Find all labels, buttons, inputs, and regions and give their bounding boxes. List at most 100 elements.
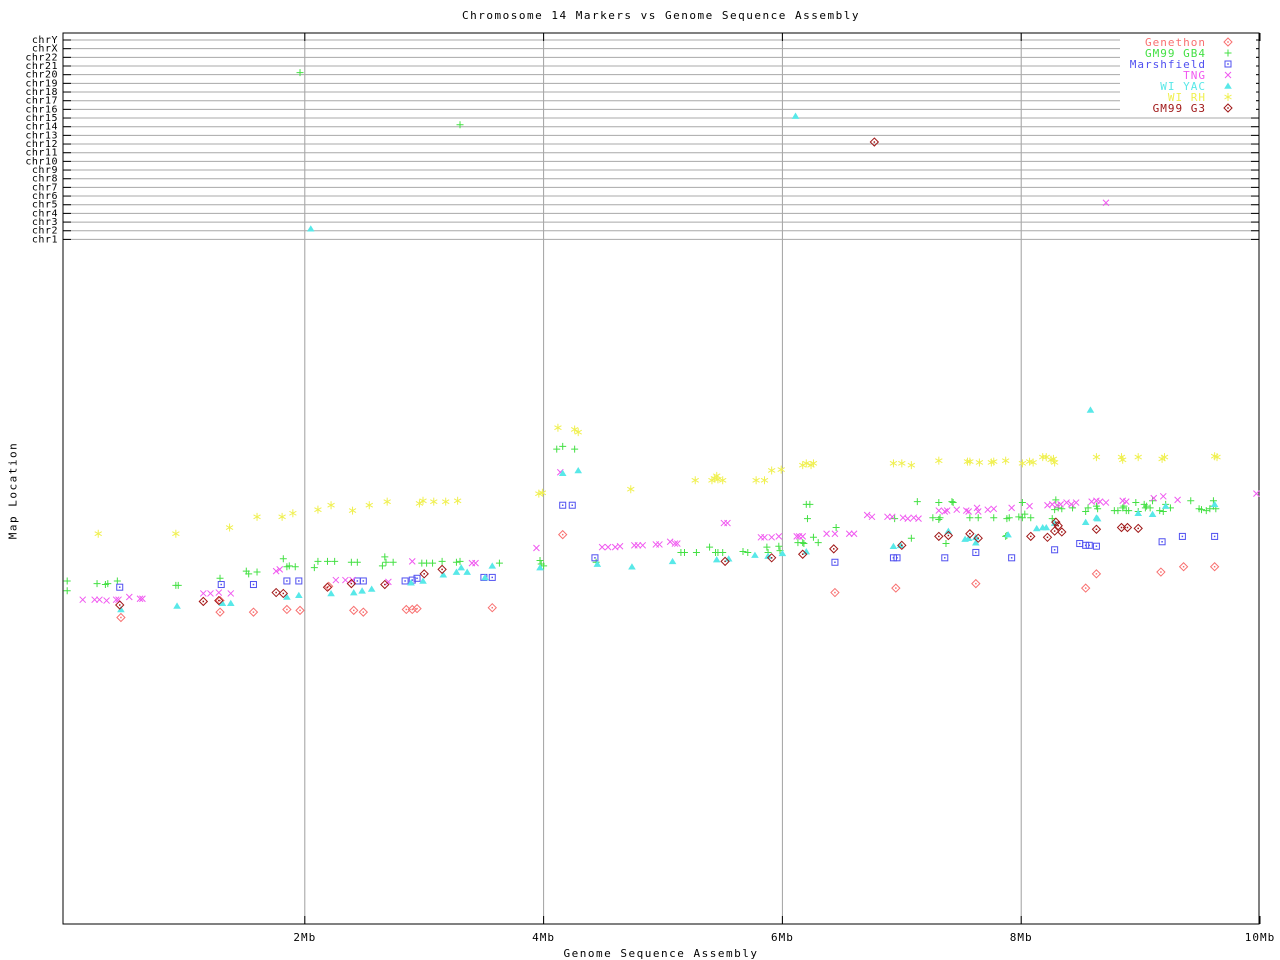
data-point-marker [94,529,102,538]
data-point-marker [1156,567,1166,577]
data-point-marker [408,558,416,565]
data-point-marker [306,225,315,232]
series-gb4 [63,442,1220,595]
data-point-marker [96,596,103,604]
data-point-marker [893,554,901,562]
data-point-marker [79,596,87,604]
data-point-marker [936,514,944,522]
data-point-marker [1038,453,1047,462]
data-point-marker [889,459,898,468]
data-point-marker [568,501,576,509]
data-point-marker [760,476,769,485]
data-point-marker [591,554,599,562]
data-point-marker [63,587,71,595]
data-point-marker [248,607,259,617]
data-point-marker [907,534,915,542]
data-point-marker [990,514,998,522]
x-tick-label: 8Mb [1010,931,1033,944]
data-point-marker [800,540,808,548]
data-point-marker [289,509,297,518]
data-point-marker [935,515,943,523]
data-point-marker [1134,509,1143,517]
data-point-marker [452,558,460,566]
data-point-marker [1086,406,1095,413]
data-point-marker [559,442,567,450]
data-point-marker [806,500,814,508]
data-point-marker [430,497,438,506]
data-point-marker [691,476,699,485]
data-point-marker [348,506,357,515]
data-point-marker [437,564,447,575]
data-point-marker [93,580,101,588]
data-point-marker [915,515,922,522]
data-point-marker [1092,542,1100,550]
data-point-marker [358,587,366,594]
data-point-marker [907,461,916,470]
data-point-marker [1210,500,1219,508]
data-point-marker [692,548,700,556]
chromosome-hit-chr12 [869,137,880,147]
data-point-marker [1174,496,1181,504]
data-point-marker [295,591,303,599]
chart-canvas: chrY chrX chr22 chr21 chr20 chr19 chr18 chr17 ch… [0,0,1280,960]
data-point-marker [279,555,287,563]
data-point-marker [966,514,974,522]
data-point-marker [1092,453,1101,462]
data-point-marker [791,112,800,119]
data-point-marker [314,505,322,514]
data-point-marker [761,533,768,541]
data-point-marker [739,548,747,556]
data-point-marker [1146,504,1154,512]
data-point-marker [116,612,126,623]
data-point-marker [382,558,390,566]
data-point-marker [628,563,636,570]
data-point-marker [832,524,840,532]
data-point-marker [935,507,943,514]
data-point-marker [1132,499,1140,507]
data-point-marker [831,558,839,566]
data-point-marker [949,499,957,507]
x-tick-label: 6Mb [771,931,794,944]
data-point-marker [116,583,124,591]
data-point-marker [215,607,225,617]
data-point-marker [1082,541,1090,549]
legend-label: GM99 G3 [1153,102,1206,115]
data-point-marker [253,512,261,521]
data-point-marker [115,600,125,610]
data-point-marker [533,544,540,552]
data-point-marker [472,559,479,567]
data-point-marker [941,554,949,562]
data-point-marker [249,581,257,589]
data-point-marker [1178,532,1186,540]
data-point-marker [207,590,214,597]
data-point-marker [751,551,759,558]
data-point-marker [310,564,318,572]
data-point-marker [353,558,361,566]
data-point-marker [984,506,992,514]
data-point-marker [913,498,921,506]
data-point-marker [441,497,450,506]
data-point-marker [1158,538,1166,546]
data-point-marker [423,559,431,567]
data-point-marker [456,557,464,565]
data-point-marker [1008,504,1016,512]
data-point-marker [1149,497,1157,505]
data-point-marker [1133,523,1143,534]
data-point-marker [225,523,234,532]
data-point-marker [453,496,462,505]
data-point-marker [1018,459,1027,468]
data-point-marker [1042,532,1053,543]
data-point-marker [1091,524,1102,534]
data-point-marker [488,562,497,569]
data-point-marker [332,576,340,584]
data-point-marker [974,514,982,522]
data-point-marker [929,514,937,522]
data-point-marker [103,597,110,604]
data-point-marker [948,498,956,506]
data-point-marker [365,501,374,510]
data-point-marker [1026,531,1036,542]
data-point-marker [889,542,898,550]
series-wirh [94,423,1221,538]
x-tick-label: 2Mb [293,931,316,944]
data-point-marker [1058,505,1066,513]
